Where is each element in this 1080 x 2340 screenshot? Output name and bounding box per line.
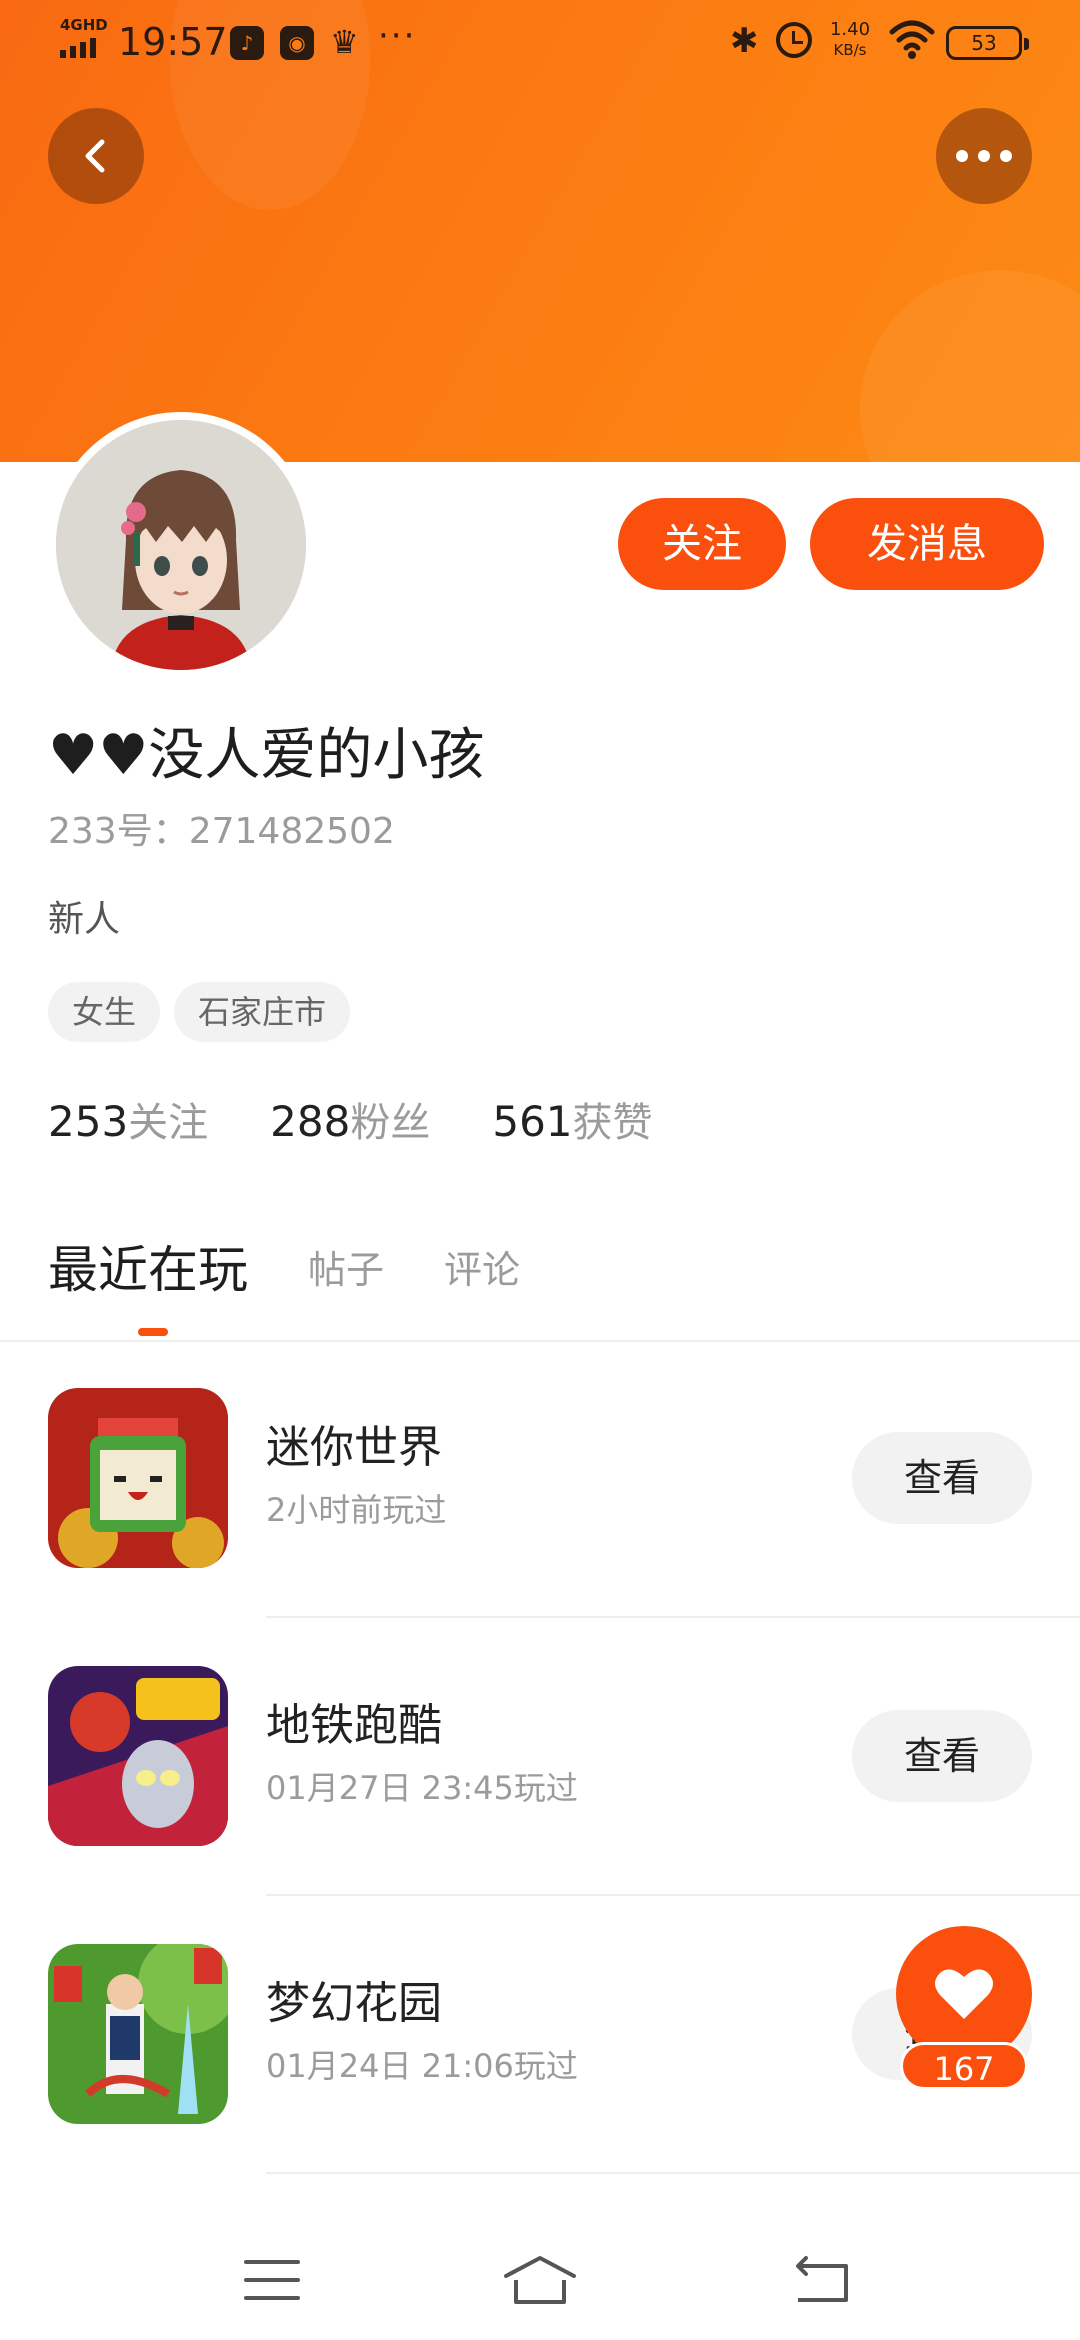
wifi-icon	[889, 20, 935, 59]
profile-tags: 女生 石家庄市	[48, 982, 351, 1042]
avatar[interactable]	[48, 412, 314, 678]
mini-world-game-icon	[48, 1388, 228, 1568]
more-dots-icon	[956, 150, 1012, 162]
more-options-button[interactable]	[936, 108, 1032, 204]
tiktok-icon: ♪	[230, 26, 264, 60]
content-tabs: 最近在玩 帖子 评论	[48, 1238, 520, 1302]
list-item[interactable]: 地铁跑酷 01月27日 23:45玩过 查看	[0, 1666, 1080, 1846]
game-name: 梦幻花园	[266, 1978, 442, 2029]
signal-icon	[60, 36, 104, 58]
divider	[266, 1616, 1080, 1618]
followers-stat[interactable]: 288粉丝	[270, 1090, 430, 1148]
back-nav-icon[interactable]	[784, 2250, 864, 2310]
game-name: 地铁跑酷	[266, 1700, 442, 1751]
likes-stat[interactable]: 561获赞	[492, 1090, 652, 1148]
subway-surfers-game-icon	[48, 1666, 228, 1846]
profile-stats: 253关注 288粉丝 561获赞	[48, 1090, 653, 1148]
active-tab-indicator	[138, 1328, 168, 1336]
view-button[interactable]: 查看	[852, 1432, 1032, 1524]
battery-icon: 53	[946, 26, 1029, 60]
divider	[266, 2172, 1080, 2174]
last-played-time: 01月27日 23:45玩过	[266, 1769, 578, 1807]
nickname: ♥♥没人爱的小孩	[48, 723, 485, 788]
stat-number: 561	[492, 1097, 573, 1146]
gender-tag: 女生	[48, 982, 161, 1042]
last-played-time: 2小时前玩过	[266, 1491, 447, 1529]
bluetooth-icon: ✱	[730, 21, 759, 61]
send-message-button[interactable]: 发消息	[810, 498, 1044, 590]
follow-button[interactable]: 关注	[618, 498, 786, 590]
back-button[interactable]	[48, 108, 144, 204]
home-icon[interactable]	[500, 2250, 580, 2310]
crown-icon: ♛	[330, 23, 359, 61]
divider	[0, 1340, 1080, 1342]
game-name: 迷你世界	[266, 1422, 442, 1473]
system-nav-bar	[0, 2210, 1080, 2340]
status-time: 19:57	[118, 20, 228, 64]
view-button[interactable]: 查看	[852, 1710, 1032, 1802]
stat-label: 粉丝	[350, 1100, 431, 1146]
status-bar: 4GHD 19:57 ♪ ◉ ♛ ··· ✱ 1.40 KB/s 53	[0, 0, 1080, 84]
more-notifications-icon: ···	[378, 16, 417, 56]
following-stat[interactable]: 253关注	[48, 1090, 208, 1148]
network-speed: 1.40 KB/s	[829, 19, 871, 60]
stat-label: 关注	[128, 1100, 209, 1146]
list-item[interactable]: 迷你世界 2小时前玩过 查看	[0, 1388, 1080, 1568]
alarm-icon	[776, 22, 812, 58]
tab-posts[interactable]: 帖子	[308, 1238, 384, 1302]
chat-app-icon: ◉	[280, 26, 314, 60]
heart-icon	[935, 1969, 993, 2019]
stat-label: 获赞	[572, 1100, 653, 1146]
avatar-illustration	[56, 420, 306, 670]
chevron-left-icon	[85, 139, 105, 173]
tab-comments[interactable]: 评论	[444, 1238, 520, 1302]
network-type: 4GHD	[60, 16, 108, 34]
location-tag: 石家庄市	[174, 982, 351, 1042]
last-played-time: 01月24日 21:06玩过	[266, 2047, 578, 2085]
stat-number: 288	[270, 1097, 351, 1146]
like-count: 167	[900, 2042, 1028, 2090]
menu-icon[interactable]	[232, 2250, 312, 2310]
tab-recently-played[interactable]: 最近在玩	[48, 1238, 248, 1302]
user-id: 233号：271482502	[48, 811, 395, 852]
stat-number: 253	[48, 1097, 129, 1146]
gardenscapes-game-icon	[48, 1944, 228, 2124]
divider	[266, 1894, 1080, 1896]
profile-banner: 4GHD 19:57 ♪ ◉ ♛ ··· ✱ 1.40 KB/s 53	[0, 0, 1080, 462]
user-level: 新人	[48, 899, 121, 940]
